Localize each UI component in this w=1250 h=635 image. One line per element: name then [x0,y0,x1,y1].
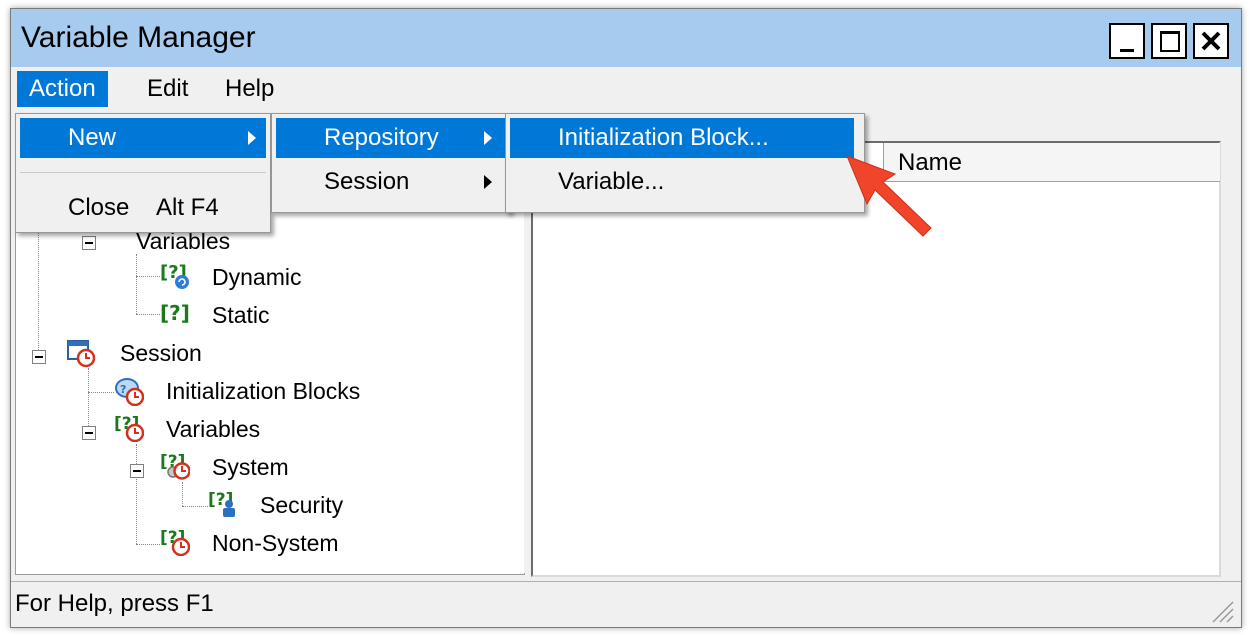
tree-item-security[interactable]: Security [260,492,343,519]
tree-item-non-system[interactable]: Non-System [212,530,339,557]
tree-line [136,444,137,544]
svg-text:?: ? [120,383,126,396]
collapse-toggle[interactable] [82,426,96,440]
arrow-annotation-icon [846,155,932,237]
security-icon: [?] [208,490,235,517]
tree-item-system[interactable]: System [212,454,289,481]
title-bar[interactable]: Variable Manager [11,9,1241,67]
menu-item-close-shortcut: Alt F4 [156,194,219,221]
resize-grip-icon[interactable] [1209,598,1235,624]
menu-item-session-label: Session [324,168,410,195]
submenu-arrow-icon [248,131,256,145]
menu-item-close[interactable]: Close Alt F4 [20,188,266,228]
tree-item-session-variables[interactable]: Variables [166,416,260,443]
variable-icon: [?] [160,301,190,325]
menu-item-variable[interactable]: Variable... [510,162,854,202]
submenu-arrow-icon [484,131,492,145]
close-icon [1201,31,1221,51]
svg-text:[?]: [?] [160,301,190,325]
tree-line [136,544,160,545]
menu-separator [20,172,266,173]
tree-line [88,392,114,393]
menu-item-close-label: Close [68,194,130,221]
maximize-icon [1160,31,1180,52]
menu-help[interactable]: Help [213,71,286,107]
session-icon [67,340,96,368]
tree-line [182,506,208,507]
new-submenu: Repository Session [271,113,511,213]
variable-clock-icon: [?] [114,414,144,442]
system-icon: [?] [160,452,190,480]
tree-line [136,254,137,314]
menu-item-session[interactable]: Session [276,162,506,202]
menu-item-new-label: New [68,124,117,151]
menu-item-initialization-block-label: Initialization Block... [558,124,769,151]
menu-item-initialization-block[interactable]: Initialization Block... [510,118,854,158]
init-blocks-icon: ? [115,378,144,406]
variable-manager-window: Variable Manager Action Edit Help Variab… [10,8,1242,628]
close-button[interactable] [1193,23,1229,59]
menu-item-variable-label: Variable... [558,168,665,195]
minimize-icon [1120,49,1134,52]
collapse-toggle[interactable] [32,350,46,364]
tree-item-session[interactable]: Session [120,340,202,367]
status-text: For Help, press F1 [15,590,214,617]
submenu-arrow-icon [484,175,492,189]
variable-clock-icon: [?] [160,528,190,556]
tree-item-dynamic[interactable]: Dynamic [212,264,301,291]
window-title: Variable Manager [21,21,256,54]
menu-bar: Action Edit Help [11,67,1241,111]
dynamic-variable-icon: [?] [160,262,189,289]
collapse-toggle[interactable] [130,464,144,478]
menu-edit[interactable]: Edit [135,71,200,107]
tree-line [182,482,183,506]
menu-item-repository-label: Repository [324,124,439,151]
menu-action[interactable]: Action [17,71,108,107]
action-menu: New Close Alt F4 [15,113,271,233]
tree-item-static[interactable]: Static [212,302,270,329]
collapse-toggle[interactable] [82,236,96,250]
repository-submenu: Initialization Block... Variable... [505,113,865,213]
maximize-button[interactable] [1151,23,1187,59]
status-bar: For Help, press F1 [11,581,1241,627]
tree-line [136,314,160,315]
tree-item-initialization-blocks[interactable]: Initialization Blocks [166,378,360,405]
menu-item-new[interactable]: New [20,118,266,158]
minimize-button[interactable] [1109,23,1145,59]
tree-line [136,276,160,277]
menu-item-repository[interactable]: Repository [276,118,506,158]
